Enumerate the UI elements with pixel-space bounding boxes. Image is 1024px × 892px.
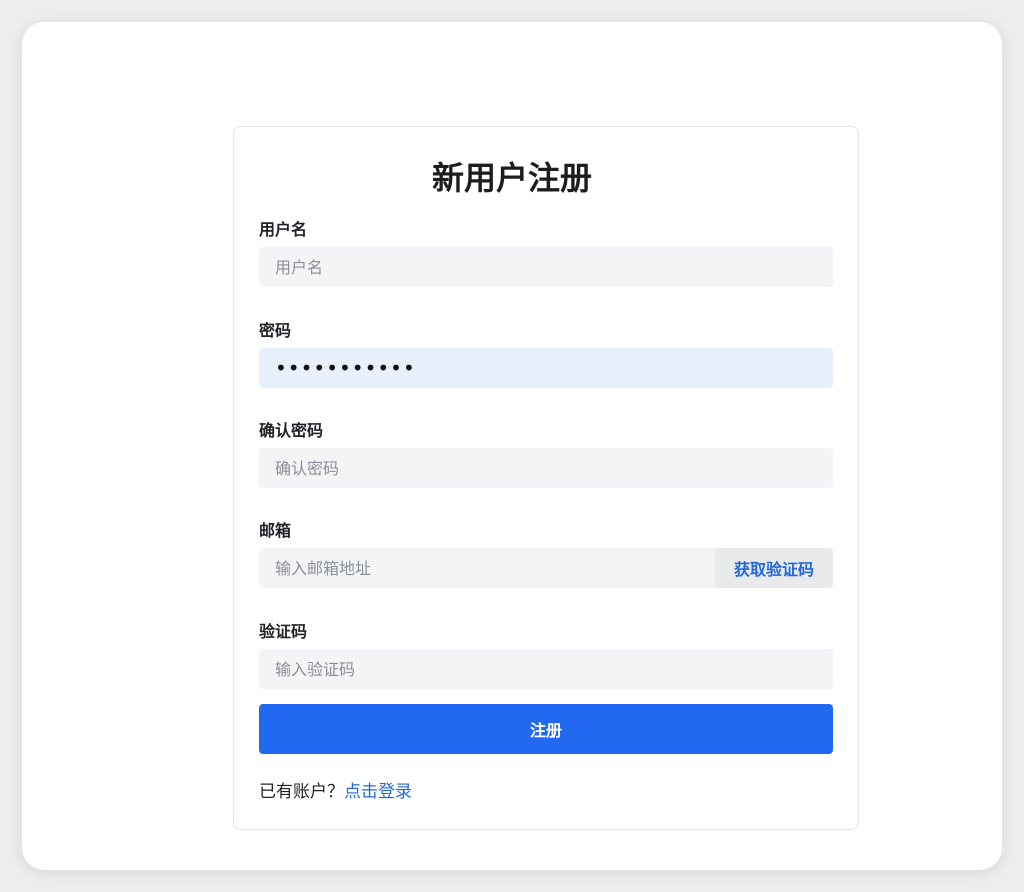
password-label: 密码	[259, 321, 292, 340]
confirm-password-input[interactable]	[259, 448, 833, 488]
login-prompt: 已有账户？点击登录	[259, 780, 412, 804]
page-title: 新用户注册	[431, 159, 592, 197]
verification-code-label: 验证码	[259, 622, 308, 641]
login-link[interactable]: 点击登录	[344, 782, 412, 802]
confirm-password-label: 确认密码	[259, 421, 324, 440]
register-button[interactable]: 注册	[259, 704, 833, 754]
email-label: 邮箱	[259, 521, 292, 540]
username-label: 用户名	[259, 220, 308, 239]
verification-code-input[interactable]	[259, 649, 833, 689]
get-code-button[interactable]: 获取验证码	[715, 548, 833, 588]
login-prompt-text: 已有账户？	[259, 782, 344, 802]
username-input[interactable]	[259, 247, 833, 287]
email-input[interactable]	[259, 548, 715, 588]
password-input[interactable]	[259, 348, 833, 388]
